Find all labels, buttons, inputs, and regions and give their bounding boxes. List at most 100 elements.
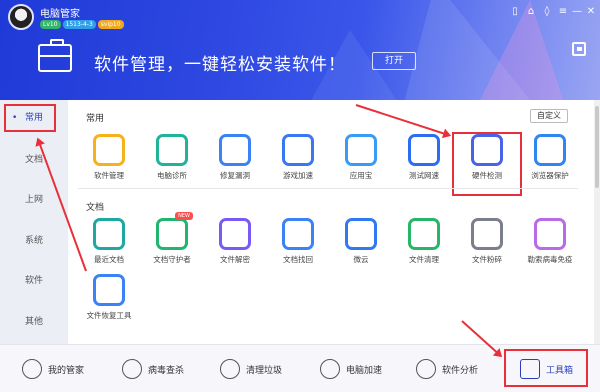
avatar[interactable] xyxy=(8,4,34,30)
stethoscope-icon xyxy=(156,134,188,166)
history-restore-icon xyxy=(93,274,125,306)
minimize-icon[interactable]: — xyxy=(570,5,584,19)
tool-item[interactable]: 文件解密 xyxy=(202,218,268,278)
nav-my-manager[interactable]: 我的管家 xyxy=(22,357,84,381)
scrollbar[interactable] xyxy=(594,100,600,344)
nav-software-analysis[interactable]: 软件分析 xyxy=(416,357,478,381)
app-window: 电脑管家 Lv10 1513-4-3 svip10 ▯ ⌂ ◊ ≡ — ✕ 软件… xyxy=(0,0,600,392)
tool-item[interactable]: 文件清理 xyxy=(391,218,457,278)
nav-label: 我的管家 xyxy=(48,365,85,376)
level-badge[interactable]: Lv10 xyxy=(40,20,61,29)
tool-label: 修复漏洞 xyxy=(220,171,250,180)
tool-label: 文件粉碎 xyxy=(472,255,502,264)
tool-label: 测试网速 xyxy=(409,171,439,180)
exit-icon[interactable] xyxy=(572,42,586,56)
nav-label: 电脑加速 xyxy=(346,365,383,376)
menu-icon[interactable]: ≡ xyxy=(556,5,570,19)
virus-immunity-icon xyxy=(534,218,566,250)
file-clean-icon xyxy=(408,218,440,250)
content-area: 常用 文档 上网 系统 软件 其他 常用 自定义 软件管理 电脑诊所 修复漏洞 游戏加… xyxy=(0,100,600,344)
tool-label: 文件清理 xyxy=(409,255,439,264)
browser-shield-icon xyxy=(534,134,566,166)
tool-item[interactable]: 文件恢复工具 xyxy=(76,274,142,334)
toolbox-banner-icon xyxy=(38,39,72,72)
sidebar-item-software[interactable]: 软件 xyxy=(0,271,68,291)
chip-search-icon xyxy=(471,134,503,166)
tools-panel: 常用 自定义 软件管理 电脑诊所 修复漏洞 游戏加速 应用宝 测试网速 硬件检测 浏览器保护 … xyxy=(68,100,594,344)
folder-lock-icon xyxy=(219,218,251,250)
tool-label: 文档守护者 xyxy=(153,255,191,264)
section-title-docs: 文档 xyxy=(86,203,105,213)
nav-label: 软件分析 xyxy=(442,365,479,376)
sidebar-item-system[interactable]: 系统 xyxy=(0,231,68,251)
tool-item[interactable]: 软件管理 xyxy=(76,134,142,194)
tool-item[interactable]: 硬件检测 xyxy=(452,132,522,196)
rocket-icon xyxy=(282,134,314,166)
scrollbar-thumb[interactable] xyxy=(595,106,599,188)
nav-label: 清理垃圾 xyxy=(246,365,283,376)
header-banner: 电脑管家 Lv10 1513-4-3 svip10 ▯ ⌂ ◊ ≡ — ✕ 软件… xyxy=(0,0,600,100)
nav-speed-up[interactable]: 电脑加速 xyxy=(320,357,382,381)
user-icon xyxy=(22,359,42,379)
nav-label: 病毒查杀 xyxy=(148,365,185,376)
category-sidebar: 常用 文档 上网 系统 软件 其他 xyxy=(0,100,68,344)
highlight-box xyxy=(4,104,56,132)
layers-icon xyxy=(93,218,125,250)
app-title: 电脑管家 xyxy=(40,9,80,20)
tool-label: 文件恢复工具 xyxy=(86,311,132,320)
tool-item[interactable]: 测试网速 xyxy=(391,134,457,194)
customize-button[interactable]: 自定义 xyxy=(530,109,568,123)
analysis-icon xyxy=(416,359,436,379)
tool-item[interactable]: NEW 文档守护者 xyxy=(139,212,205,278)
tool-item[interactable]: 电脑诊所 xyxy=(139,134,205,194)
divider xyxy=(78,188,578,189)
shield-icon[interactable]: ◊ xyxy=(540,5,554,19)
cloud-icon xyxy=(345,218,377,250)
app-store-icon xyxy=(345,134,377,166)
sidebar-item-other[interactable]: 其他 xyxy=(0,312,68,332)
qq-badge[interactable]: 1513-4-3 xyxy=(62,20,96,29)
vip-badge[interactable]: svip10 xyxy=(97,20,124,29)
tool-item[interactable]: 微云 xyxy=(328,218,394,278)
bottom-nav: 我的管家 病毒查杀 清理垃圾 电脑加速 软件分析 工具箱 xyxy=(0,344,600,392)
tool-label: 电脑诊所 xyxy=(157,171,187,180)
sidebar-item-docs[interactable]: 文档 xyxy=(0,150,68,170)
tool-label: 浏览器保护 xyxy=(531,171,569,180)
tool-label: 勒索病毒免疫 xyxy=(527,255,573,264)
tool-item[interactable]: 勒索病毒免疫 xyxy=(517,218,583,278)
virus-scan-icon xyxy=(122,359,142,379)
tool-item[interactable]: 文件粉碎 xyxy=(454,218,520,278)
user-badges: Lv10 1513-4-3 svip10 xyxy=(40,20,124,29)
shredder-icon xyxy=(471,218,503,250)
open-button[interactable]: 打开 xyxy=(372,52,416,70)
close-icon[interactable]: ✕ xyxy=(584,5,598,19)
tool-label: 微云 xyxy=(353,255,369,264)
nav-virus-scan[interactable]: 病毒查杀 xyxy=(122,357,184,381)
shirt-icon[interactable]: ⌂ xyxy=(524,5,538,19)
section-title-common: 常用 xyxy=(86,114,105,124)
new-badge: NEW xyxy=(175,212,193,220)
tool-label: 文档找回 xyxy=(283,255,313,264)
pinwheel-icon xyxy=(93,134,125,166)
doc-guard-icon xyxy=(156,218,188,250)
tool-label: 游戏加速 xyxy=(283,171,313,180)
broom-icon xyxy=(220,359,240,379)
tool-label: 软件管理 xyxy=(94,171,124,180)
tool-item[interactable]: 文档找回 xyxy=(265,218,331,278)
tool-label: 最近文档 xyxy=(94,255,124,264)
speedometer-icon xyxy=(408,134,440,166)
phone-icon[interactable]: ▯ xyxy=(508,5,522,19)
windows-repair-icon xyxy=(219,134,251,166)
banner-headline: 软件管理，一键轻松安装软件！ xyxy=(94,55,346,75)
tool-label: 硬件检测 xyxy=(472,171,502,180)
tool-item[interactable]: 浏览器保护 xyxy=(517,134,583,194)
tool-label: 应用宝 xyxy=(349,171,373,180)
highlight-box xyxy=(504,349,588,387)
doc-search-icon xyxy=(282,218,314,250)
tool-label: 文件解密 xyxy=(220,255,250,264)
nav-clean-junk[interactable]: 清理垃圾 xyxy=(220,357,282,381)
tool-item[interactable]: 修复漏洞 xyxy=(202,134,268,194)
tool-item[interactable]: 游戏加速 xyxy=(265,134,331,194)
tool-item[interactable]: 应用宝 xyxy=(328,134,394,194)
rocket-nav-icon xyxy=(320,359,340,379)
